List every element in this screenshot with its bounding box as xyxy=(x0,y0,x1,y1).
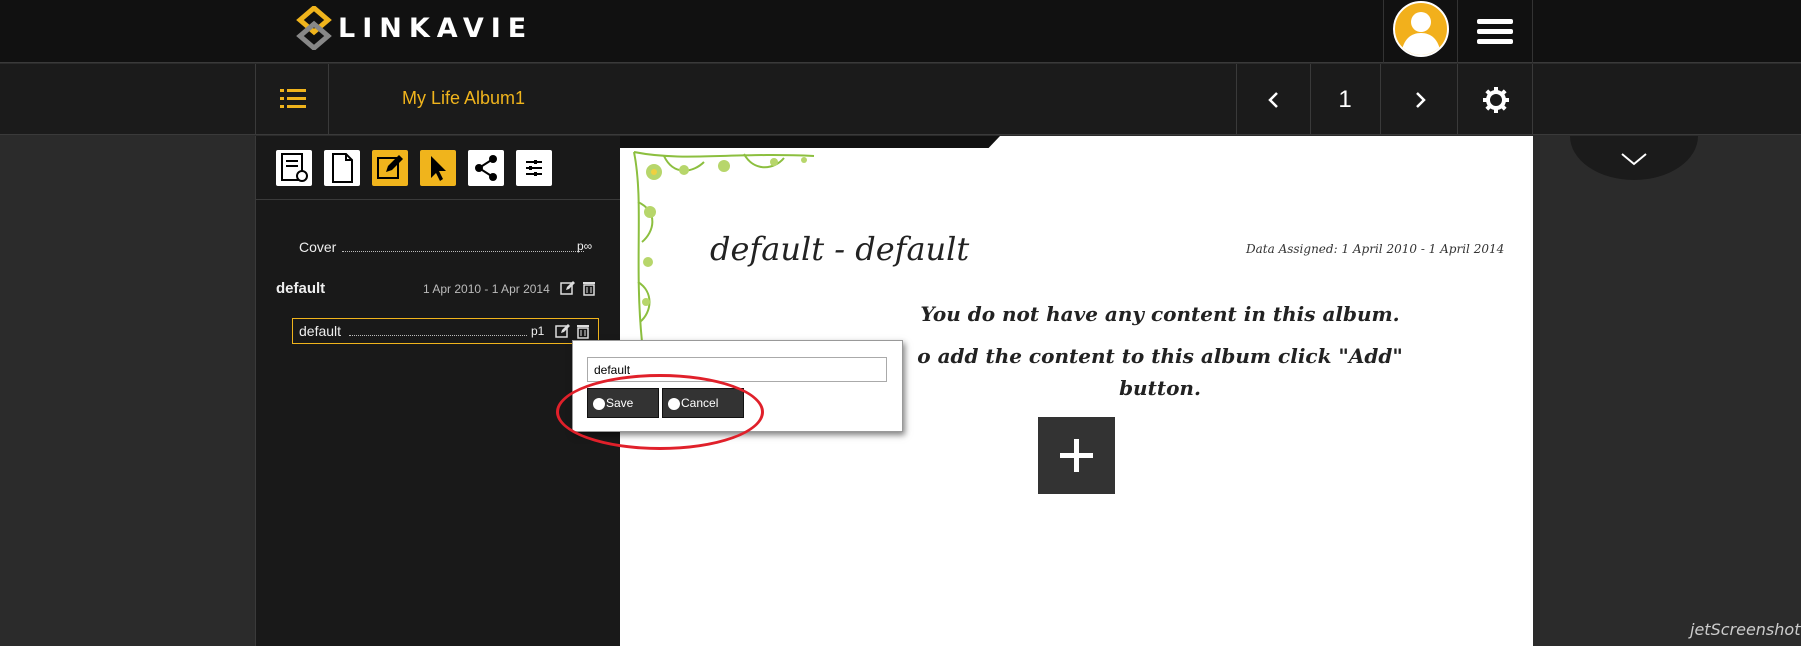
toc-cover-page: p∞ xyxy=(577,239,593,253)
panel-toolbar xyxy=(256,136,621,200)
avatar xyxy=(1393,1,1449,57)
empty-message-line2: o add the content to this album click "A… xyxy=(917,344,1403,368)
page-settings-icon xyxy=(281,153,308,182)
toc-toggle-button[interactable] xyxy=(255,64,329,135)
empty-message-line3: button. xyxy=(1119,376,1201,400)
brand-name: LINKAVIE xyxy=(338,12,534,44)
edit-entry-icon[interactable] xyxy=(555,323,571,339)
toc-cover-label: Cover xyxy=(299,239,337,255)
chevron-down-icon xyxy=(1621,153,1647,166)
highlight-annotation xyxy=(556,374,764,450)
adjust-tool[interactable] xyxy=(516,150,552,186)
chevron-right-icon xyxy=(1416,92,1426,108)
top-bar: LINKAVIE xyxy=(0,0,1801,63)
delete-entry-icon[interactable] xyxy=(576,323,590,339)
edit-tool[interactable] xyxy=(372,150,408,186)
share-tool[interactable] xyxy=(468,150,504,186)
sliders-icon xyxy=(526,160,542,176)
album-title: My Life Album1 xyxy=(402,88,526,108)
toc-entry-row[interactable]: default p1 xyxy=(292,318,599,344)
gear-icon xyxy=(1483,87,1509,113)
settings-button[interactable] xyxy=(1457,64,1533,135)
toc-entry-page: p1 xyxy=(531,324,545,338)
user-avatar-button[interactable] xyxy=(1383,0,1458,63)
cursor-icon xyxy=(431,156,446,181)
select-tool[interactable] xyxy=(420,150,456,186)
toc-entry-label: default xyxy=(299,323,342,339)
toc-section-label: default xyxy=(276,280,326,297)
delete-section-icon[interactable] xyxy=(582,280,596,296)
toc-panel: Cover p∞ default 1 Apr 2010 - 1 Apr 2014… xyxy=(255,136,621,646)
list-icon xyxy=(280,89,306,108)
watermark: jetScreenshot xyxy=(1690,620,1801,639)
edit-section-icon[interactable] xyxy=(560,280,576,296)
chevron-left-icon xyxy=(1268,92,1278,108)
plus-icon xyxy=(1060,439,1093,472)
date-assigned: Data Assigned: 1 April 2010 - 1 April 20… xyxy=(1246,242,1505,256)
empty-message-line1: You do not have any content in this albu… xyxy=(920,302,1400,326)
page-heading: default - default xyxy=(710,230,970,268)
document-icon xyxy=(332,153,353,183)
toc-section-dates: 1 Apr 2010 - 1 Apr 2014 xyxy=(423,282,550,296)
page-number: 1 xyxy=(1338,86,1352,113)
brand-logo[interactable]: LINKAVIE xyxy=(296,4,533,52)
share-icon xyxy=(475,155,497,181)
page-tab-notch xyxy=(620,136,1000,148)
prev-page-button[interactable] xyxy=(1236,64,1310,135)
collapse-tab[interactable] xyxy=(1570,136,1698,180)
album-toolbar: My Life Album1 1 xyxy=(0,64,1801,135)
user-silhouette-icon xyxy=(1401,12,1441,55)
next-page-button[interactable] xyxy=(1380,64,1457,135)
main-menu-button[interactable] xyxy=(1458,0,1533,63)
add-content-button[interactable] xyxy=(1038,417,1115,494)
new-page-tool[interactable] xyxy=(324,150,360,186)
page-settings-tool[interactable] xyxy=(276,150,312,186)
edit-icon xyxy=(377,155,403,179)
logo-mark-icon xyxy=(296,6,332,50)
